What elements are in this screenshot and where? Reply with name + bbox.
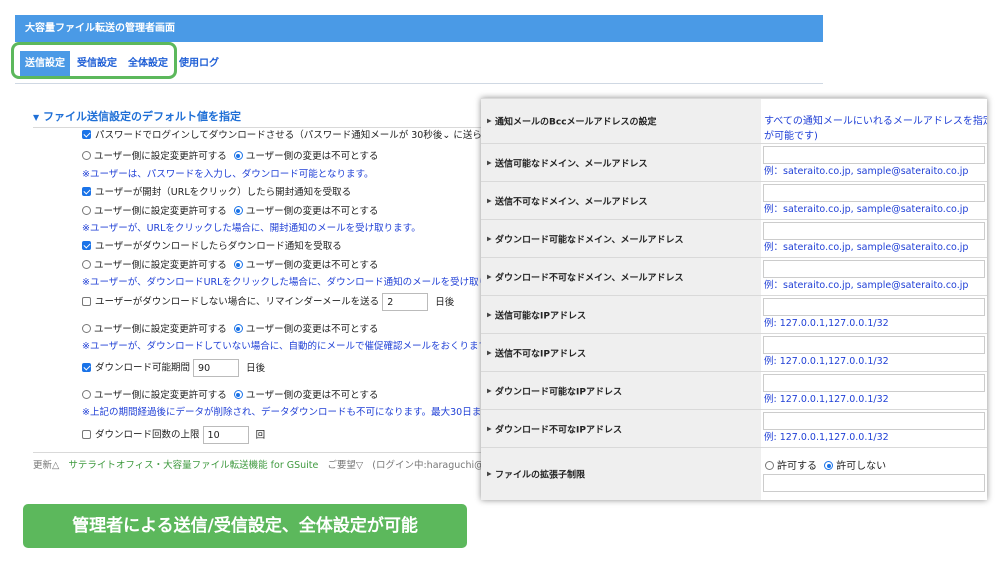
setting-row: ▶ 送信可能なドメイン、メールアドレス 例：sateraito.co.jp, sa… <box>481 143 987 181</box>
triangle-right-icon: ▶ <box>487 425 492 432</box>
triangle-right-icon: ▶ <box>487 235 492 242</box>
permission-row-1: ユーザー側に設定変更許可する ユーザー側の変更は不可とする <box>82 148 378 162</box>
update-link[interactable]: 更新△ <box>33 460 59 471</box>
checkbox-password-login[interactable] <box>82 130 91 139</box>
checkbox-download-notify[interactable] <box>82 241 91 250</box>
radio-allow-change[interactable] <box>82 324 91 333</box>
setting-row: ▶ 通知メールのBccメールアドレスの設定 すべての通知メールにいれるメールアドレ… <box>481 98 987 143</box>
tab-usage-log[interactable]: 使用ログ <box>174 51 224 77</box>
section-header[interactable]: ▼ ファイル送信設定のデフォルト値を指定 <box>33 108 241 124</box>
bcc-hint: すべての通知メールにいれるメールアドレスを指定し <box>764 116 987 127</box>
setting-open-notify: ユーザーが開封（URLをクリック）したら開封通知を受取る <box>82 184 351 198</box>
feature-banner: 管理者による送信/受信設定、全体設定が可能 <box>23 504 467 548</box>
note-password-login: ※ユーザーは、パスワードを入力し、ダウンロード可能となります。 <box>82 169 374 180</box>
tabs-highlight-frame <box>11 42 177 79</box>
radio-allow-extension[interactable] <box>765 461 774 470</box>
note-download-notify: ※ユーザーが、ダウンロードURLをクリックした場合に、ダウンロード通知のメールを… <box>82 277 516 288</box>
setting-download-period: ダウンロード可能期間 90 日後 <box>82 359 265 377</box>
password-delay-select[interactable]: 30秒後⌄ <box>411 130 450 141</box>
period-days-input[interactable]: 90 <box>193 359 240 377</box>
setting-row: ▶ 送信不可なドメイン、メールアドレス 例：sateraito.co.jp, sa… <box>481 181 987 219</box>
permission-row-5: ユーザー側に設定変更許可する ユーザー側の変更は不可とする <box>82 387 378 401</box>
triangle-right-icon: ▶ <box>487 117 492 125</box>
radio-allow-change[interactable] <box>82 206 91 215</box>
setting-row: ▶ ダウンロード可能なドメイン、メールアドレス 例：sateraito.co.jp… <box>481 219 987 257</box>
global-settings-overlay: ▶ 通知メールのBccメールアドレスの設定 すべての通知メールにいれるメールアドレ… <box>481 98 987 500</box>
download-limit-input[interactable]: 10 <box>202 426 249 444</box>
radio-deny-change[interactable] <box>233 260 243 269</box>
download-denied-domains-input[interactable] <box>763 260 985 278</box>
setting-download-limit: ダウンロード回数の上限 10 回 <box>82 426 265 444</box>
triangle-right-icon: ▶ <box>487 470 492 478</box>
setting-row: ▶ ファイルの拡張子制限 許可する 許可しない <box>481 447 987 500</box>
setting-row: ▶ ダウンロード可能なIPアドレス 例: 127.0.0.1,127.0.0.1/… <box>481 371 987 409</box>
setting-row: ▶ 送信可能なIPアドレス 例: 127.0.0.1,127.0.0.1/32 <box>481 295 987 333</box>
triangle-right-icon: ▶ <box>487 273 492 280</box>
send-allowed-domains-input[interactable] <box>763 146 985 164</box>
note-reminder: ※ユーザーが、ダウンロードしていない場合に、自動的にメールで催促確認メールをおく… <box>82 341 497 352</box>
radio-allow-change[interactable] <box>82 151 91 160</box>
setting-row: ▶ ダウンロード不可なドメイン、メールアドレス 例：sateraito.co.jp… <box>481 257 987 295</box>
setting-password-login: パスワードでログインしてダウンロードさせる（パスワード通知メールが 30秒後⌄ … <box>82 127 510 141</box>
triangle-right-icon: ▶ <box>487 349 492 356</box>
download-denied-ip-input[interactable] <box>763 412 985 430</box>
setting-reminder: ユーザーがダウンロードしない場合に、リマインダーメールを送る 2 日後 <box>82 293 454 311</box>
radio-allow-change[interactable] <box>82 390 91 399</box>
section-title: ファイル送信設定のデフォルト値を指定 <box>43 110 241 123</box>
setting-row: ▶ 送信不可なIPアドレス 例: 127.0.0.1,127.0.0.1/32 <box>481 333 987 371</box>
radio-deny-change[interactable] <box>233 206 243 215</box>
caret-down-icon: ▼ <box>33 113 40 122</box>
radio-deny-change[interactable] <box>233 324 243 333</box>
extension-radio-group: 許可する 許可しない <box>765 457 886 472</box>
radio-deny-extension[interactable] <box>824 461 834 470</box>
triangle-right-icon: ▶ <box>487 311 492 318</box>
permission-row-2: ユーザー側に設定変更許可する ユーザー側の変更は不可とする <box>82 203 378 217</box>
send-denied-ip-input[interactable] <box>763 336 985 354</box>
checkbox-download-period[interactable] <box>82 362 91 372</box>
request-link[interactable]: ご要望▽ <box>327 460 363 471</box>
reminder-days-input[interactable]: 2 <box>382 293 429 311</box>
triangle-right-icon: ▶ <box>487 197 492 204</box>
note-download-period: ※上記の期間経過後にデータが削除され、データダウンロードも不可になります。最大3… <box>82 407 520 418</box>
triangle-right-icon: ▶ <box>487 387 492 394</box>
radio-deny-change[interactable] <box>233 390 243 399</box>
setting-download-notify: ユーザーがダウンロードしたらダウンロード通知を受取る <box>82 238 342 252</box>
send-allowed-ip-input[interactable] <box>763 298 985 316</box>
window-title: 大容量ファイル転送の管理者画面 <box>15 15 823 42</box>
send-denied-domains-input[interactable] <box>763 184 985 202</box>
extension-input[interactable] <box>763 474 985 492</box>
tab-divider <box>15 83 823 84</box>
setting-row: ▶ ダウンロード不可なIPアドレス 例: 127.0.0.1,127.0.0.1/… <box>481 409 987 447</box>
checkbox-download-limit[interactable] <box>82 429 91 439</box>
triangle-right-icon: ▶ <box>487 159 492 166</box>
permission-row-3: ユーザー側に設定変更許可する ユーザー側の変更は不可とする <box>82 257 378 271</box>
download-allowed-domains-input[interactable] <box>763 222 985 240</box>
note-open-notify: ※ユーザーが、URLをクリックした場合に、開封通知のメールを受け取ります。 <box>82 223 421 234</box>
footer: 更新△ サテライトオフィス・大容量ファイル転送機能 for GSuite ご要望… <box>33 457 514 471</box>
radio-allow-change[interactable] <box>82 260 91 269</box>
permission-row-4: ユーザー側に設定変更許可する ユーザー側の変更は不可とする <box>82 321 378 335</box>
radio-deny-change[interactable] <box>233 151 243 160</box>
download-allowed-ip-input[interactable] <box>763 374 985 392</box>
product-link[interactable]: サテライトオフィス・大容量ファイル転送機能 for GSuite <box>68 460 318 471</box>
checkbox-reminder[interactable] <box>82 296 91 306</box>
chevron-down-icon: ⌄ <box>442 130 451 141</box>
bcc-hint-2: が可能です) <box>764 131 818 142</box>
checkbox-open-notify[interactable] <box>82 187 91 196</box>
